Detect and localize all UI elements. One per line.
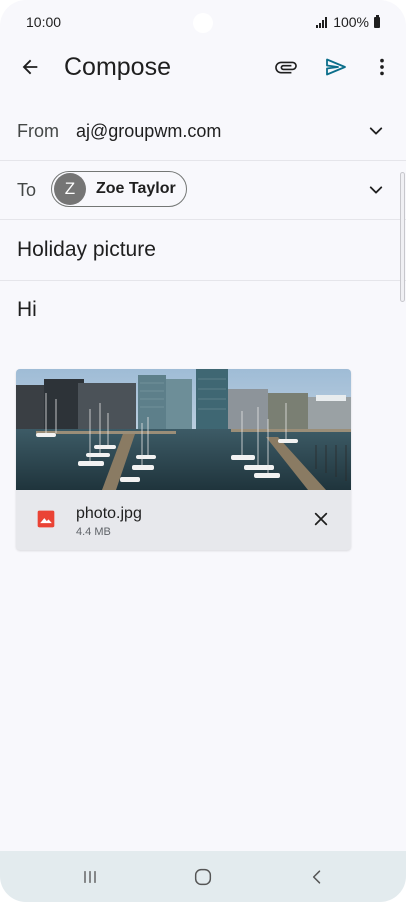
page-title: Compose	[64, 53, 171, 81]
body-input[interactable]: Hi	[17, 298, 37, 322]
attachment-file-size: 4.4 MB	[76, 526, 111, 538]
attachment-details: photo.jpg 4.4 MB	[16, 490, 351, 550]
signal-icon	[316, 16, 328, 28]
nav-back-button[interactable]	[297, 857, 337, 897]
to-label: To	[17, 180, 37, 200]
recent-apps-button[interactable]	[70, 857, 110, 897]
from-address[interactable]: aj@groupwm.com	[76, 121, 221, 142]
send-button[interactable]	[316, 47, 356, 87]
recent-apps-icon	[84, 871, 96, 883]
to-field[interactable]: To Z Zoe Taylor	[0, 161, 406, 220]
from-expand-button[interactable]	[356, 111, 396, 151]
recipient-name: Zoe Taylor	[96, 180, 176, 197]
battery-percent: 100%	[333, 14, 369, 30]
scrollbar[interactable]	[400, 172, 405, 302]
from-label: From	[17, 121, 59, 141]
image-file-icon	[37, 510, 55, 528]
from-field[interactable]: From aj@groupwm.com	[0, 102, 406, 161]
subject-field[interactable]: Holiday picture	[0, 220, 406, 281]
home-button[interactable]	[183, 857, 223, 897]
chevron-down-icon	[369, 127, 383, 135]
attach-button[interactable]	[266, 47, 306, 87]
chevron-down-icon	[369, 186, 383, 194]
attachment-card[interactable]: photo.jpg 4.4 MB	[16, 369, 351, 550]
attachment-file-name: photo.jpg	[76, 505, 142, 522]
more-vertical-icon	[380, 58, 384, 76]
system-navigation-bar	[0, 851, 406, 902]
remove-attachment-button[interactable]	[302, 500, 340, 538]
back-button[interactable]	[10, 47, 50, 87]
close-icon	[314, 512, 328, 526]
status-indicators: 100%	[316, 14, 380, 30]
chevron-left-icon	[312, 870, 321, 884]
arrow-left-icon	[22, 59, 38, 75]
status-time: 10:00	[26, 14, 62, 30]
recipient-chip[interactable]: Z Zoe Taylor	[51, 171, 187, 207]
camera-cutout	[193, 13, 213, 33]
home-icon	[194, 868, 212, 886]
to-expand-button[interactable]	[356, 170, 396, 210]
attachment-thumbnail	[16, 369, 351, 490]
app-bar: Compose	[0, 44, 406, 92]
more-options-button[interactable]	[362, 47, 402, 87]
paperclip-icon	[275, 61, 297, 74]
battery-icon	[374, 15, 380, 28]
avatar: Z	[54, 173, 86, 205]
send-icon	[326, 58, 346, 76]
subject-input[interactable]: Holiday picture	[17, 238, 156, 262]
compose-screen: 10:00 100% Compose From aj@groupwm.com T…	[0, 0, 406, 902]
